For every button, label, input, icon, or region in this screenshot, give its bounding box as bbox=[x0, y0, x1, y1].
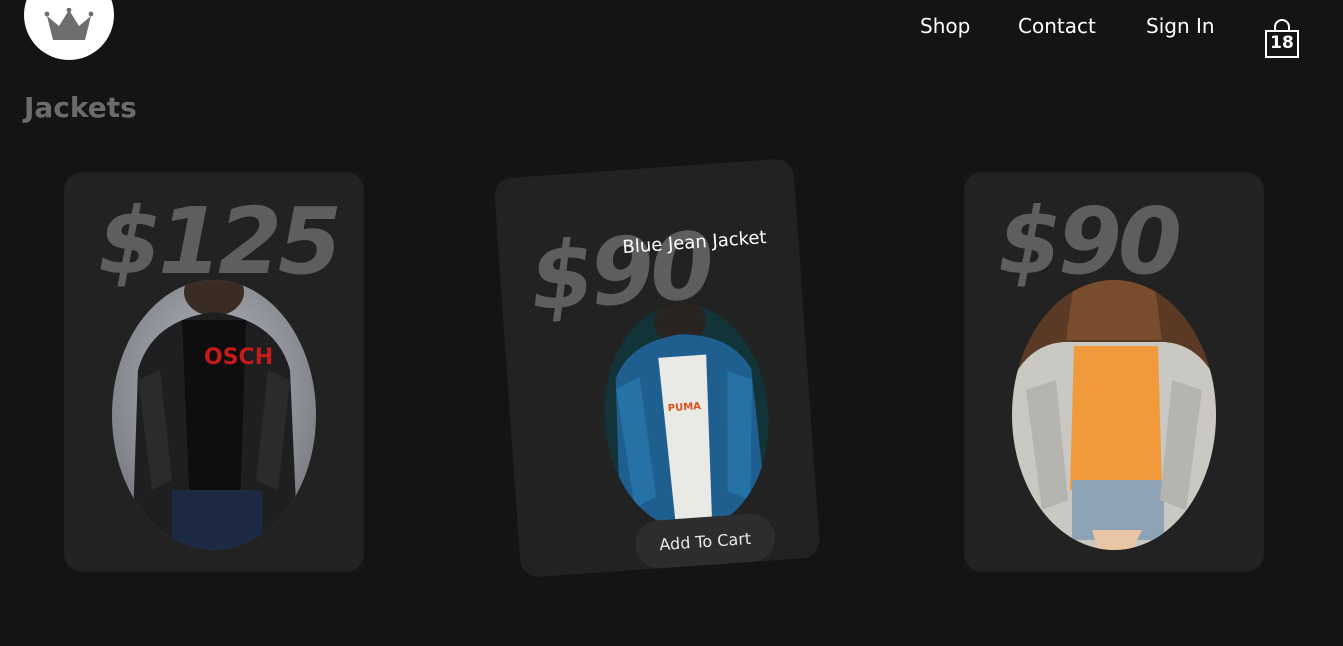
product-card[interactable]: $125 OSCH bbox=[64, 172, 364, 572]
shopping-bag-button[interactable]: 18 bbox=[1264, 19, 1300, 59]
nav-sign-in-link[interactable]: Sign In bbox=[1146, 13, 1215, 39]
product-price: $90 bbox=[998, 188, 1182, 295]
product-photo: OSCH bbox=[112, 280, 316, 550]
svg-text:PUMA: PUMA bbox=[667, 401, 701, 414]
svg-text:OSCH: OSCH bbox=[204, 345, 273, 370]
page-title: Jackets bbox=[24, 91, 137, 124]
cart-count: 18 bbox=[1270, 33, 1294, 53]
nav-contact-link[interactable]: Contact bbox=[1018, 13, 1096, 39]
nav-shop-link[interactable]: Shop bbox=[920, 13, 970, 39]
product-card[interactable]: $90 bbox=[964, 172, 1264, 572]
product-photo bbox=[1012, 280, 1216, 550]
page: Shop Contact Sign In 18 Jackets $125 OSC… bbox=[0, 0, 1343, 646]
product-photo: PUMA bbox=[596, 298, 777, 536]
top-nav: Shop Contact Sign In 18 bbox=[0, 13, 1343, 58]
product-card[interactable]: $90 Blue Jean Jacket PUMA Add To Cart bbox=[493, 158, 821, 578]
add-to-cart-button[interactable]: Add To Cart bbox=[633, 512, 777, 570]
product-price: $125 bbox=[98, 188, 342, 295]
